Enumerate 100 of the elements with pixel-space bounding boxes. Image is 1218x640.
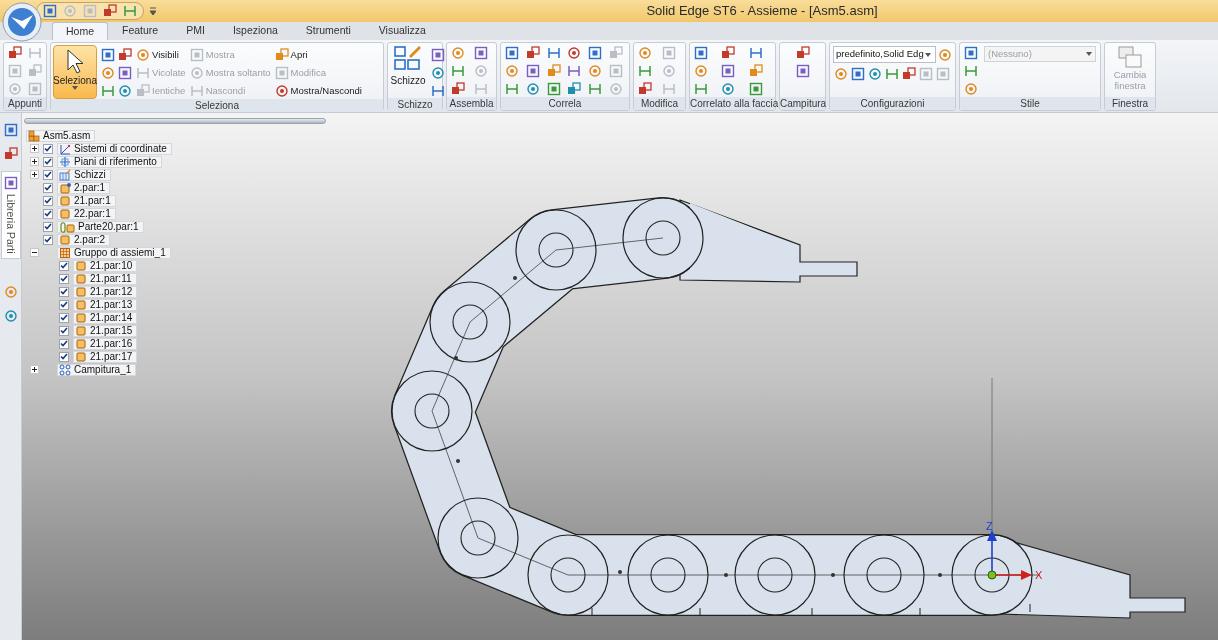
tree-item[interactable]: 21.par:11 [73,272,137,285]
tool-icon[interactable] [505,82,519,96]
tool-icon[interactable] [101,84,115,98]
tool-icon[interactable] [3,176,18,190]
expander-icon[interactable] [30,248,39,257]
tool-icon[interactable] [101,48,115,62]
tool-icon[interactable] [118,84,132,98]
tree-item[interactable]: 21.par:13 [73,298,138,311]
visibility-checkbox[interactable] [43,208,53,219]
tree-item[interactable]: 21.par:1 [57,194,116,207]
visibility-checkbox[interactable] [43,195,53,206]
tool-icon[interactable] [123,4,137,18]
tree-item[interactable]: Schizzi [57,168,111,181]
customize-toolbar-icon[interactable] [150,7,156,15]
visibility-checkbox[interactable] [59,273,69,284]
tool-icon[interactable] [964,46,978,60]
visibility-checkbox[interactable] [59,286,69,297]
tool-icon[interactable] [721,82,736,96]
expander-icon[interactable] [30,170,39,179]
expander-icon[interactable] [30,365,39,374]
tool-icon[interactable] [546,64,561,78]
visibility-checkbox[interactable] [43,143,53,154]
ribbon-tab[interactable]: Ispeziona [218,22,292,40]
visibility-checkbox[interactable] [59,299,69,310]
tree-item[interactable]: 21.par:12 [73,285,138,298]
tool-icon[interactable] [274,48,289,62]
sketch-button[interactable]: Schizzo [391,45,425,98]
tool-icon[interactable] [795,46,810,60]
configuration-dropdown[interactable]: predefinito,Solid Edg [833,46,936,63]
visibility-checkbox[interactable] [43,182,53,193]
tree-item[interactable]: Campitura_1 [57,363,137,376]
tool-icon[interactable] [902,67,916,81]
ribbon-tab[interactable]: Feature [108,22,173,40]
tool-icon[interactable] [748,64,763,78]
tool-icon[interactable] [638,64,652,78]
tree-item[interactable]: Piani di riferimento [57,155,162,168]
visibility-checkbox[interactable] [59,260,69,271]
tool-icon[interactable] [431,84,445,98]
tree-item[interactable]: 22.par:1 [57,207,116,220]
tool-icon[interactable] [694,82,708,96]
tool-icon[interactable] [834,67,848,81]
tool-icon[interactable] [431,48,445,62]
tree-item[interactable]: 21.par:16 [73,337,138,350]
tool-icon[interactable] [938,47,952,62]
ribbon-tab[interactable]: PMI [172,22,219,40]
side-tab[interactable]: Libreria Parti [0,171,21,259]
visibility-checkbox[interactable] [43,221,53,232]
tool-icon[interactable] [474,46,488,60]
tool-icon[interactable] [588,46,603,60]
tool-icon[interactable] [638,82,652,96]
tool-icon[interactable] [546,46,561,60]
expander-icon[interactable] [30,157,39,166]
tool-icon[interactable] [546,82,561,96]
tool-icon[interactable] [525,64,540,78]
tool-icon[interactable] [505,46,519,60]
visibility-checkbox[interactable] [59,338,69,349]
tool-icon[interactable] [588,82,603,96]
visibility-checkbox[interactable] [59,312,69,323]
tool-icon[interactable] [43,4,57,18]
ribbon-button[interactable]: Visibili [136,48,186,62]
tool-icon[interactable] [748,82,763,96]
tool-icon[interactable] [567,64,582,78]
tool-icon[interactable] [525,82,540,96]
tool-icon[interactable] [964,82,978,96]
tool-icon[interactable] [136,48,150,62]
tree-item[interactable]: Asm5.asm [26,129,96,142]
tool-icon[interactable] [588,64,603,78]
tool-icon[interactable] [118,66,132,80]
expander-icon[interactable] [30,144,39,153]
visibility-checkbox[interactable] [59,351,69,362]
tool-icon[interactable] [451,46,465,60]
tool-icon[interactable] [851,67,865,81]
tool-icon[interactable] [868,67,882,81]
tool-icon[interactable] [525,46,540,60]
tool-icon[interactable] [118,48,132,62]
tool-icon[interactable] [638,46,652,60]
tool-icon[interactable] [694,64,708,78]
ribbon-button[interactable]: Apri [274,48,362,62]
tool-icon[interactable] [694,46,708,60]
select-button[interactable]: Seleziona [53,45,97,99]
visibility-checkbox[interactable] [43,156,53,167]
tool-icon[interactable] [274,84,289,98]
ribbon-tab[interactable]: Strumenti [291,22,365,40]
visibility-checkbox[interactable] [43,234,53,245]
tool-icon[interactable] [748,46,763,60]
tool-icon[interactable] [451,64,465,78]
ribbon-button[interactable]: Mostra/Nascondi [274,84,362,98]
tool-icon[interactable] [451,82,465,96]
tool-icon[interactable] [795,64,810,78]
tree-item[interactable]: Gruppo di assiemi_1 [57,246,171,259]
tool-icon[interactable] [885,67,899,81]
ribbon-tab[interactable]: Home [52,22,108,40]
tree-item[interactable]: 21.par:15 [73,324,138,337]
tool-icon[interactable] [721,64,736,78]
visibility-checkbox[interactable] [43,169,53,180]
tree-item[interactable]: Sistemi di coordinate [57,142,172,155]
tree-item[interactable]: 21.par:14 [73,311,138,324]
tool-icon[interactable] [3,147,18,161]
ribbon-tab[interactable]: Visualizza [364,22,440,40]
tool-icon[interactable] [103,4,117,18]
